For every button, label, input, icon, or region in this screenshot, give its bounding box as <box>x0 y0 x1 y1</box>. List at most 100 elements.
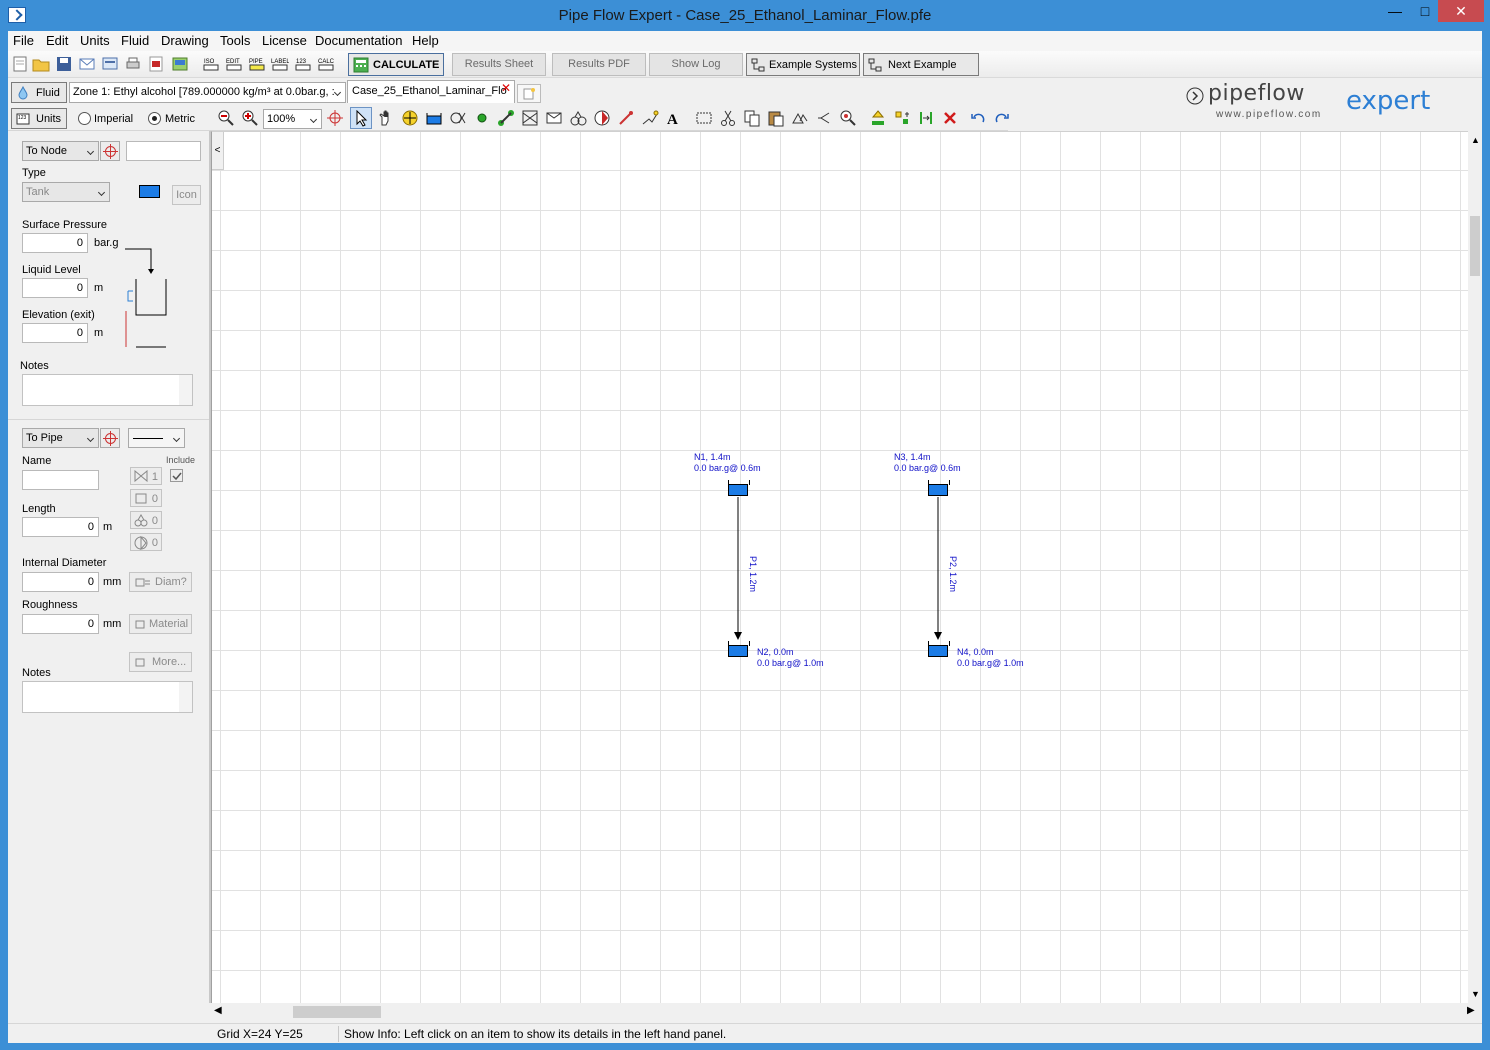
paste-icon[interactable] <box>767 109 785 127</box>
components-count-button[interactable]: 0 <box>130 489 162 507</box>
results-pdf-button[interactable]: Results PDF <box>552 53 646 76</box>
email-icon[interactable] <box>78 55 96 73</box>
iso-icon[interactable]: ISO <box>202 55 220 73</box>
tank-n3[interactable] <box>928 480 950 496</box>
material-button[interactable]: Material <box>129 614 192 634</box>
align-icon[interactable] <box>893 109 911 127</box>
node-type-selector[interactable]: Tank <box>22 182 110 202</box>
open-folder-icon[interactable] <box>32 55 50 73</box>
zoom-in-icon[interactable] <box>241 109 259 127</box>
to-node-selector[interactable]: To Node <box>22 141 99 161</box>
calculate-button[interactable]: CALCULATE <box>348 53 444 76</box>
tank-n1[interactable] <box>728 480 750 496</box>
edit-icon[interactable]: EDIT <box>225 55 243 73</box>
scroll-down-icon[interactable]: ▼ <box>1471 989 1480 999</box>
pipe-notes-scrollbar[interactable] <box>179 682 192 712</box>
length-input[interactable]: 0 <box>22 517 99 537</box>
pressure-icon[interactable] <box>617 109 635 127</box>
pipe-name-input[interactable] <box>22 470 99 490</box>
node-notes-scrollbar[interactable] <box>179 375 192 405</box>
new-file-icon[interactable] <box>11 55 29 73</box>
numbering-icon[interactable]: 123 <box>294 55 312 73</box>
roughness-input[interactable]: 0 <box>22 614 99 634</box>
liquid-level-input[interactable]: 0 <box>22 278 88 298</box>
results-sheet-button[interactable]: Results Sheet <box>452 53 546 76</box>
node-id-field[interactable] <box>126 141 201 161</box>
node-notes-textarea[interactable] <box>22 374 193 406</box>
zoom-selector[interactable]: 100% <box>263 109 322 129</box>
fittings-count-button[interactable]: 1 <box>130 467 162 485</box>
scroll-up-icon[interactable]: ▲ <box>1471 135 1480 145</box>
undo-icon[interactable] <box>969 109 987 127</box>
menu-documentation[interactable]: Documentation <box>315 33 402 48</box>
menu-license[interactable]: License <box>262 33 307 48</box>
locate-pipe-button[interactable] <box>100 428 120 448</box>
distribute-icon[interactable] <box>917 109 935 127</box>
pipe-tool-icon[interactable] <box>497 109 515 127</box>
rotate-icon[interactable] <box>815 109 833 127</box>
pan-hand-icon[interactable] <box>377 109 395 127</box>
menu-help[interactable]: Help <box>412 33 439 48</box>
icon-button[interactable]: Icon <box>172 185 201 205</box>
menu-file[interactable]: File <box>13 33 34 48</box>
drawing-canvas[interactable]: < N1, 1.4m 0.0 bar.g@ 0.6m N3, 1.4m 0.0 … <box>211 131 1468 1003</box>
move-icon[interactable] <box>401 109 419 127</box>
add-node-icon[interactable] <box>869 109 887 127</box>
cut-icon[interactable] <box>719 109 737 127</box>
tank-n2[interactable] <box>728 641 750 657</box>
vertical-scrollbar[interactable]: ▲ ▼ <box>1468 131 1482 1003</box>
zone-selector[interactable]: Zone 1: Ethyl alcohol [789.000000 kg/m³ … <box>69 82 346 103</box>
control-valve-icon[interactable] <box>569 109 587 127</box>
menu-tools[interactable]: Tools <box>220 33 250 48</box>
close-window-button[interactable]: ✕ <box>1438 0 1484 22</box>
tank-n4[interactable] <box>928 641 950 657</box>
show-log-button[interactable]: Show Log <box>649 53 743 76</box>
next-example-button[interactable]: Next Example <box>863 53 979 76</box>
collapse-panel-button[interactable]: < <box>212 132 224 170</box>
example-systems-button[interactable]: Example Systems <box>746 53 860 76</box>
fit-view-icon[interactable] <box>326 109 344 127</box>
more-button[interactable]: More... <box>129 652 192 672</box>
imperial-radio[interactable] <box>78 112 91 125</box>
component-icon[interactable] <box>545 109 563 127</box>
to-pipe-selector[interactable]: To Pipe <box>22 428 99 448</box>
pdf-icon[interactable] <box>147 55 165 73</box>
diameter-lookup-button[interactable]: Diam? <box>129 572 192 592</box>
select-tool-button[interactable] <box>350 107 372 129</box>
tab-case-file[interactable]: Case_25_Ethanol_Laminar_Flo ✕ <box>347 80 515 103</box>
vertical-scroll-thumb[interactable] <box>1470 216 1480 276</box>
flip-icon[interactable] <box>791 109 809 127</box>
copy-icon[interactable] <box>743 109 761 127</box>
valves-count-button[interactable]: 0 <box>130 511 162 529</box>
delete-icon[interactable] <box>941 109 959 127</box>
menu-units[interactable]: Units <box>80 33 110 48</box>
menu-edit[interactable]: Edit <box>46 33 68 48</box>
zoom-out-icon[interactable] <box>217 109 235 127</box>
pipe-icon[interactable]: PIPE <box>248 55 266 73</box>
join-point-icon[interactable] <box>473 109 491 127</box>
line-style-selector[interactable] <box>128 428 185 448</box>
pumps-count-button[interactable]: 0 <box>130 533 162 551</box>
close-tab-icon[interactable]: ✕ <box>501 81 511 95</box>
print-icon[interactable] <box>124 55 142 73</box>
include-checkbox[interactable] <box>170 469 183 482</box>
new-tab-button[interactable] <box>517 84 541 103</box>
minimize-button[interactable]: — <box>1380 0 1410 22</box>
fluid-button[interactable]: Fluid <box>11 82 67 103</box>
maximize-button[interactable]: □ <box>1410 0 1440 22</box>
locate-node-button[interactable] <box>100 141 120 161</box>
metric-radio[interactable] <box>148 112 161 125</box>
select-area-icon[interactable] <box>695 109 713 127</box>
horizontal-scroll-thumb[interactable] <box>293 1006 381 1018</box>
tank-tool-icon[interactable] <box>425 109 443 127</box>
find-icon[interactable] <box>839 109 857 127</box>
redo-icon[interactable] <box>993 109 1011 127</box>
menu-fluid[interactable]: Fluid <box>121 33 149 48</box>
fitting-icon[interactable] <box>521 109 539 127</box>
export-icon[interactable] <box>101 55 119 73</box>
demand-icon[interactable] <box>449 109 467 127</box>
flow-icon[interactable] <box>641 109 659 127</box>
label-icon[interactable]: LABEL <box>271 55 289 73</box>
image-export-icon[interactable] <box>171 55 189 73</box>
scroll-right-icon[interactable]: ▶ <box>1467 1005 1475 1016</box>
